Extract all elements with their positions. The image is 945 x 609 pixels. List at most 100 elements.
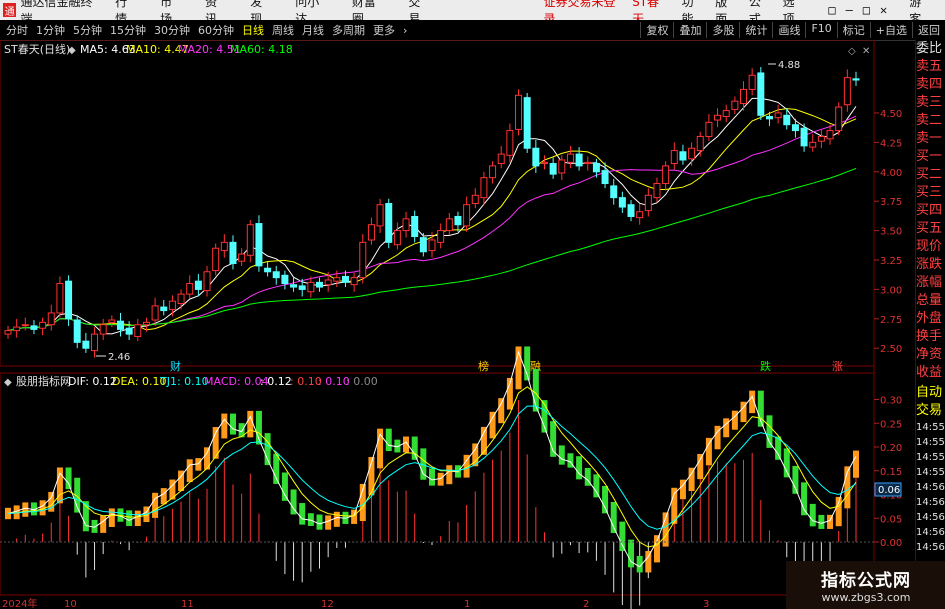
sidebar-label: 买三 bbox=[916, 185, 943, 200]
tool-draw[interactable]: 画线 bbox=[772, 22, 805, 38]
period-30min[interactable]: 30分钟 bbox=[152, 22, 192, 38]
tool-mark[interactable]: 标记 bbox=[836, 22, 870, 38]
period-weekly[interactable]: 周线 bbox=[270, 22, 296, 38]
indicator-bar bbox=[100, 515, 107, 533]
period-monthly[interactable]: 月线 bbox=[300, 22, 326, 38]
event-marker-up[interactable]: 涨 bbox=[832, 360, 843, 373]
app-logo-icon: 通 bbox=[3, 3, 17, 18]
candle-body bbox=[212, 247, 220, 272]
period-1min[interactable]: 1分钟 bbox=[34, 22, 67, 38]
candle-body bbox=[333, 277, 341, 282]
sidebar-times: 14:55 14:55 14:55 14:55 14:56 14:56 14:56 14:56… bbox=[916, 420, 945, 555]
candle-body bbox=[272, 271, 280, 279]
candle-body bbox=[506, 130, 514, 156]
sub-panel-icon[interactable]: ◆ bbox=[4, 377, 12, 388]
candle-body bbox=[592, 163, 600, 173]
tick-time: 14:55 bbox=[916, 437, 945, 448]
x-tick-oct: 10 bbox=[64, 599, 77, 609]
period-5min[interactable]: 5分钟 bbox=[71, 22, 104, 38]
indicator-bar bbox=[229, 413, 236, 435]
high-price-label: 4.88 bbox=[778, 60, 800, 71]
candle-body bbox=[264, 267, 272, 273]
candle-body bbox=[549, 163, 557, 175]
chevron-right-icon[interactable]: › bbox=[401, 24, 409, 37]
sidebar-label: 委比 bbox=[916, 41, 943, 56]
candle-body bbox=[186, 283, 194, 295]
candlesticks bbox=[4, 67, 860, 358]
candle-body bbox=[238, 253, 246, 262]
candle-body bbox=[437, 230, 445, 243]
diamond-icon[interactable]: ◇ bbox=[848, 46, 856, 57]
candle-body bbox=[584, 161, 592, 165]
tool-overlay[interactable]: 叠加 bbox=[673, 22, 706, 38]
candle-body bbox=[705, 121, 713, 137]
main-y-tick: 3.75 bbox=[880, 197, 902, 208]
candle-body bbox=[220, 241, 228, 252]
candle-body bbox=[748, 74, 756, 90]
indicator-bar bbox=[619, 521, 626, 552]
sidebar-label: 买二 bbox=[916, 167, 943, 182]
main-y-tick: 4.50 bbox=[880, 109, 902, 120]
period-15min[interactable]: 15分钟 bbox=[108, 22, 148, 38]
candle-body bbox=[316, 281, 324, 288]
candle-body bbox=[817, 135, 825, 142]
current-value-tag: 0.06 bbox=[878, 485, 900, 496]
dropdown-icon[interactable]: ◆ bbox=[68, 45, 76, 56]
candle-body bbox=[65, 280, 73, 320]
candle-body bbox=[367, 224, 375, 241]
candle-body bbox=[489, 165, 497, 179]
candle-body bbox=[783, 114, 791, 126]
tick-time: 14:56 bbox=[916, 497, 945, 508]
candle-body bbox=[229, 241, 237, 265]
candle-body bbox=[73, 319, 81, 343]
event-marker-finance[interactable]: 财 bbox=[170, 359, 181, 373]
candle-body bbox=[194, 280, 202, 290]
restore-icon[interactable]: □ bbox=[828, 3, 835, 17]
sidebar-label: 买四 bbox=[916, 203, 943, 218]
sub-value-3: : 0.10 bbox=[318, 375, 350, 388]
candle-body bbox=[168, 300, 176, 310]
indicator-bar bbox=[281, 472, 288, 501]
tool-f10[interactable]: F10 bbox=[805, 22, 836, 38]
sidebar-tab[interactable]: 交易 bbox=[916, 402, 945, 420]
minimize-icon[interactable]: — bbox=[846, 3, 853, 17]
maximize-icon[interactable]: □ bbox=[863, 3, 870, 17]
candle-body bbox=[809, 141, 817, 148]
indicator-bar bbox=[558, 445, 565, 465]
indicator-bar bbox=[480, 426, 487, 455]
x-tick-dec: 12 bbox=[321, 599, 334, 609]
indicator-bar bbox=[65, 467, 72, 490]
period-intraday[interactable]: 分时 bbox=[4, 22, 30, 38]
indicator-bar bbox=[853, 450, 859, 478]
tool-multi-stock[interactable]: 多股 bbox=[706, 22, 739, 38]
tool-add-watchlist[interactable]: +自选 bbox=[869, 22, 912, 38]
period-more[interactable]: 更多 bbox=[371, 22, 397, 38]
candle-body bbox=[4, 330, 12, 335]
candle-body bbox=[463, 204, 471, 227]
candle-body bbox=[160, 306, 168, 312]
close-icon[interactable]: ✕ bbox=[880, 3, 887, 17]
candle-body bbox=[125, 327, 133, 335]
candle-body bbox=[714, 114, 722, 121]
sub-y-axis: 0.300.250.200.150.100.050.00 bbox=[874, 396, 902, 549]
x-tick-feb: 2 bbox=[583, 599, 589, 609]
moving-average-lines bbox=[7, 97, 857, 335]
period-60min[interactable]: 60分钟 bbox=[196, 22, 236, 38]
event-marker-down[interactable]: 跌 bbox=[760, 359, 771, 373]
event-marker-list[interactable]: 榜 bbox=[478, 359, 489, 373]
kline-chart[interactable]: ST春天(日线) ◆ MA5: 4.63 MA10: 4.47 MA20: 4.… bbox=[0, 40, 915, 609]
candle-body bbox=[324, 279, 332, 286]
sidebar-tab[interactable]: 自动 bbox=[916, 384, 945, 402]
candle-body bbox=[255, 223, 263, 267]
period-multi[interactable]: 多周期 bbox=[330, 22, 367, 38]
indicator-bar bbox=[126, 510, 133, 527]
indicator-bar bbox=[385, 428, 392, 452]
tool-stats[interactable]: 统计 bbox=[739, 22, 772, 38]
candle-body bbox=[134, 324, 142, 337]
candle-body bbox=[627, 204, 635, 217]
tool-back[interactable]: 返回 bbox=[912, 22, 945, 38]
tool-adjust[interactable]: 复权 bbox=[640, 22, 673, 38]
period-daily[interactable]: 日线 bbox=[240, 22, 266, 38]
close-panel-icon[interactable]: ✕ bbox=[862, 46, 870, 57]
candle-body bbox=[39, 321, 47, 329]
